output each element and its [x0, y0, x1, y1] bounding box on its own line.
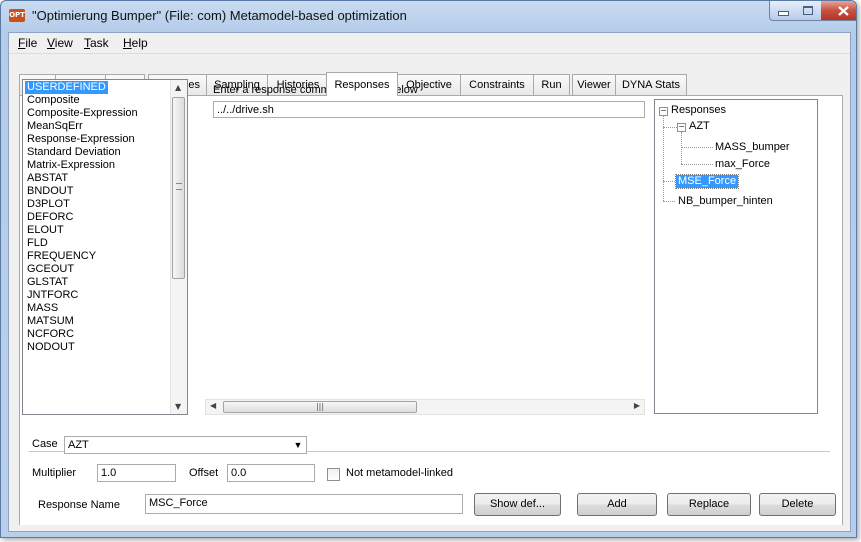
tree-line [681, 164, 713, 165]
response-name-input[interactable]: MSC_Force [145, 494, 463, 514]
case-label: Case [32, 438, 58, 450]
list-item[interactable]: Response-Expression [25, 133, 137, 146]
tree-node-max-force[interactable]: max_Force [715, 158, 770, 171]
not-metamodel-linked-checkbox[interactable] [327, 468, 340, 481]
status-strip [9, 525, 850, 531]
close-button[interactable] [821, 1, 856, 21]
list-item[interactable]: DEFORC [25, 211, 75, 224]
list-item[interactable]: MATSUM [25, 315, 76, 328]
show-def-button[interactable]: Show def... [474, 493, 561, 516]
tree-root-responses[interactable]: Responses [671, 104, 726, 117]
delete-button[interactable]: Delete [759, 493, 836, 516]
add-button[interactable]: Add [577, 493, 657, 516]
tab-viewer[interactable]: Viewer [572, 74, 616, 95]
collapse-icon[interactable]: − [659, 107, 668, 116]
tree-node-mse-force[interactable]: MSE_Force [674, 174, 740, 189]
replace-button[interactable]: Replace [667, 493, 751, 516]
app-window: OPT "Optimierung Bumper" (File: com) Met… [0, 0, 857, 538]
menu-bar: File View Task Help [9, 33, 850, 54]
tab-responses[interactable]: Responses [326, 72, 398, 96]
list-item[interactable]: GLSTAT [25, 276, 70, 289]
multiplier-label: Multiplier [32, 467, 77, 479]
scroll-up-icon[interactable]: ▲ [175, 83, 181, 92]
grip-icon [176, 183, 182, 190]
list-item[interactable]: FLD [25, 237, 50, 250]
case-select[interactable]: AZT ▼ [64, 436, 307, 454]
command-horizontal-scrollbar[interactable]: ◀ ||| ▶ [205, 399, 645, 415]
offset-label: Offset [189, 467, 219, 479]
list-item[interactable]: NCFORC [25, 328, 76, 341]
client-area: File View Task Help Info Solvers Dist Va… [8, 32, 851, 532]
tree-line [663, 127, 677, 128]
command-scroll-thumb[interactable]: ||| [223, 401, 417, 413]
window-title: "Optimierung Bumper" (File: com) Metamod… [32, 8, 407, 23]
responses-tree[interactable]: − Responses − AZT MASS_bumper max_Force … [654, 99, 818, 414]
list-item[interactable]: NODOUT [25, 341, 77, 354]
maximize-button[interactable] [795, 1, 822, 21]
command-input[interactable]: ../../drive.sh [213, 101, 645, 118]
tree-line [663, 116, 664, 201]
tab-constraints[interactable]: Constraints [460, 74, 534, 95]
collapse-icon[interactable]: − [677, 123, 686, 132]
list-item[interactable]: Standard Deviation [25, 146, 123, 159]
multiplier-input[interactable]: 1.0 [97, 464, 176, 482]
list-item[interactable]: JNTFORC [25, 289, 80, 302]
maximize-icon [803, 6, 813, 15]
case-value: AZT [68, 439, 89, 451]
list-item[interactable]: USERDEFINED [25, 81, 108, 94]
list-item[interactable]: ABSTAT [25, 172, 70, 185]
scroll-down-icon[interactable]: ▼ [175, 402, 181, 411]
list-item[interactable]: MeanSqErr [25, 120, 85, 133]
list-item[interactable]: ELOUT [25, 224, 66, 237]
menu-task[interactable]: Task [84, 36, 109, 50]
list-item[interactable]: D3PLOT [25, 198, 72, 211]
list-item[interactable]: Composite-Expression [25, 107, 140, 120]
title-bar[interactable]: OPT "Optimierung Bumper" (File: com) Met… [1, 1, 856, 31]
menu-file[interactable]: File [18, 36, 37, 50]
menu-help[interactable]: Help [123, 36, 148, 50]
scroll-right-icon[interactable]: ▶ [634, 401, 640, 410]
list-item[interactable]: Matrix-Expression [25, 159, 117, 172]
tab-run[interactable]: Run [533, 74, 570, 95]
offset-input[interactable]: 0.0 [227, 464, 315, 482]
list-item[interactable]: GCEOUT [25, 263, 76, 276]
list-scroll-thumb[interactable] [172, 97, 185, 279]
list-vertical-scrollbar[interactable]: ▲ ▼ [170, 80, 187, 414]
tree-line [663, 181, 675, 182]
response-type-list[interactable]: USERDEFINED Composite Composite-Expressi… [22, 79, 188, 415]
scroll-left-icon[interactable]: ◀ [210, 401, 216, 410]
tree-node-nb-bumper-hinten[interactable]: NB_bumper_hinten [678, 195, 773, 208]
list-item[interactable]: MASS [25, 302, 60, 315]
response-name-label: Response Name [38, 499, 120, 511]
tab-dyna-stats[interactable]: DYNA Stats [615, 74, 687, 95]
list-item[interactable]: BNDOUT [25, 185, 75, 198]
close-icon [837, 5, 849, 16]
minimize-button[interactable] [769, 1, 797, 21]
app-icon: OPT [9, 9, 25, 22]
tree-line [681, 147, 713, 148]
tree-node-azt[interactable]: AZT [689, 120, 710, 133]
menu-view[interactable]: View [47, 36, 73, 50]
minimize-icon [777, 11, 789, 16]
tree-line [663, 201, 675, 202]
tree-line [681, 132, 682, 164]
list-item[interactable]: FREQUENCY [25, 250, 98, 263]
tree-node-mass-bumper[interactable]: MASS_bumper [715, 141, 790, 154]
not-metamodel-linked-label: Not metamodel-linked [346, 467, 453, 479]
list-item[interactable]: Composite [25, 94, 82, 107]
chevron-down-icon[interactable]: ▼ [291, 438, 305, 452]
